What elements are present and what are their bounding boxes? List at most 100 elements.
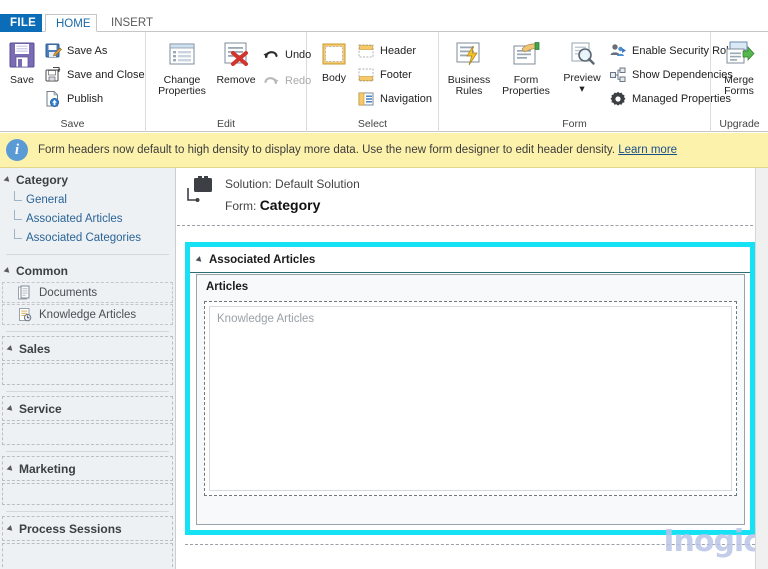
navigation-icon xyxy=(357,90,375,108)
floppy-disk-icon xyxy=(2,40,42,73)
header-icon xyxy=(357,42,375,60)
undo-icon xyxy=(262,46,280,64)
body-label: Body xyxy=(322,72,346,84)
nav-divider xyxy=(6,511,169,512)
form-body-bottom-divider xyxy=(185,544,755,545)
nav-section-marketing: Marketing xyxy=(0,456,175,505)
save-and-close-label: Save and Close xyxy=(67,69,145,81)
form-title-line: Form: Category xyxy=(225,194,360,217)
form-prefix-label: Form: xyxy=(225,199,257,213)
form-section[interactable]: Articles Knowledge Articles xyxy=(196,274,745,525)
subgrid-surface[interactable]: Knowledge Articles xyxy=(209,306,732,491)
sidebar-item-label: General xyxy=(26,194,67,206)
nav-section-common: Common Documents Knowledge Articles xyxy=(0,259,175,325)
footer-icon xyxy=(357,66,375,84)
tab-file[interactable]: FILE xyxy=(0,14,42,32)
remove-button[interactable]: Remove xyxy=(212,40,260,86)
ribbon-group-edit-label: Edit xyxy=(216,118,236,130)
dependencies-icon xyxy=(609,66,627,84)
save-button-label: Save xyxy=(10,74,34,86)
save-and-close-button[interactable]: Save and Close xyxy=(44,64,145,86)
subgrid-control[interactable]: Knowledge Articles xyxy=(204,301,737,496)
security-roles-icon xyxy=(609,42,627,60)
body-button[interactable]: Body xyxy=(313,42,355,84)
nav-section-service-dropzone[interactable] xyxy=(2,423,173,445)
change-properties-icon xyxy=(154,40,210,73)
form-canvas: Solution: Default Solution Form: Categor… xyxy=(177,168,768,569)
form-editor-window: FILE HOME INSERT Save Save As Save and C… xyxy=(0,0,768,569)
nav-divider xyxy=(6,391,169,392)
nav-section-category-title[interactable]: Category xyxy=(0,168,175,191)
form-tab-label: Associated Articles xyxy=(209,253,316,266)
tab-home[interactable]: HOME xyxy=(45,14,97,32)
notification-text: Form headers now default to high density… xyxy=(38,144,677,156)
change-properties-button[interactable]: Change Properties xyxy=(154,40,210,97)
nav-section-label: Sales xyxy=(19,342,51,356)
redo-icon xyxy=(262,72,280,90)
notification-message: Form headers now default to high density… xyxy=(38,144,616,156)
nav-section-marketing-title[interactable]: Marketing xyxy=(2,456,173,481)
header-button[interactable]: Header xyxy=(357,40,416,62)
collapse-triangle-icon xyxy=(3,267,12,275)
tab-insert[interactable]: INSERT xyxy=(101,14,153,32)
form-tab-header[interactable]: Associated Articles xyxy=(190,247,750,273)
publish-button[interactable]: Publish xyxy=(44,88,103,110)
form-properties-button[interactable]: Form Properties xyxy=(497,40,555,97)
collapse-triangle-icon xyxy=(6,465,15,473)
notification-bar: i Form headers now default to high densi… xyxy=(0,133,768,168)
merge-forms-button[interactable]: Merge Forms xyxy=(714,40,764,97)
undo-button[interactable]: Undo xyxy=(262,44,311,66)
form-properties-icon xyxy=(497,40,555,73)
sidebar-item-associated-categories[interactable]: Associated Categories xyxy=(14,229,175,248)
nav-section-label: Marketing xyxy=(19,462,76,476)
nav-section-sales-title[interactable]: Sales xyxy=(2,336,173,361)
preview-dropdown-arrow[interactable]: ▾ xyxy=(579,83,584,95)
documents-icon xyxy=(17,285,33,301)
preview-button[interactable]: Preview ▾ xyxy=(559,40,605,95)
sidebar-item-label: Documents xyxy=(39,286,98,299)
page-title: Category xyxy=(259,197,321,213)
navigation-label: Navigation xyxy=(380,93,432,105)
form-navigation-panel: Category General Associated Articles Ass… xyxy=(0,168,176,569)
selected-tab-highlight[interactable]: Associated Articles Articles Knowledge A… xyxy=(185,242,755,535)
sidebar-item-knowledge-articles[interactable]: Knowledge Articles xyxy=(2,304,173,325)
sidebar-item-label: Knowledge Articles xyxy=(39,308,137,321)
canvas-right-gutter xyxy=(755,168,768,569)
nav-section-category-items: General Associated Articles Associated C… xyxy=(0,191,175,248)
save-as-button[interactable]: Save As xyxy=(44,40,107,62)
form-header-texts: Solution: Default Solution Form: Categor… xyxy=(225,174,360,217)
footer-button[interactable]: Footer xyxy=(357,64,412,86)
sidebar-item-associated-articles[interactable]: Associated Articles xyxy=(14,210,175,229)
save-as-label: Save As xyxy=(67,45,108,57)
form-section-label: Articles xyxy=(206,281,249,293)
nav-section-marketing-dropzone[interactable] xyxy=(2,483,173,505)
ribbon-group-upgrade-label: Upgrade xyxy=(719,118,760,130)
nav-divider xyxy=(6,451,169,452)
redo-button[interactable]: Redo xyxy=(262,70,311,92)
learn-more-link[interactable]: Learn more xyxy=(618,144,677,156)
form-properties-label-line2: Properties xyxy=(502,85,550,97)
collapse-triangle-icon xyxy=(3,176,12,184)
nav-section-label: Service xyxy=(19,402,62,416)
nav-section-common-title[interactable]: Common xyxy=(0,259,175,282)
nav-section-sales: Sales xyxy=(0,336,175,385)
business-rules-button[interactable]: Business Rules xyxy=(443,40,495,97)
sidebar-item-documents[interactable]: Documents xyxy=(2,282,173,303)
ribbon-group-save-label: Save xyxy=(60,118,85,130)
collapse-triangle-icon xyxy=(6,345,15,353)
business-rules-label-line2: Rules xyxy=(455,85,483,97)
nav-section-label: Common xyxy=(16,264,68,278)
publish-icon xyxy=(44,90,62,108)
ribbon-group-form-label: Form xyxy=(562,118,587,130)
nav-section-service-title[interactable]: Service xyxy=(2,396,173,421)
nav-section-sales-dropzone[interactable] xyxy=(2,363,173,385)
business-rules-icon xyxy=(443,40,495,73)
collapse-triangle-icon xyxy=(6,405,15,413)
nav-section-process-sessions-title[interactable]: Process Sessions xyxy=(2,516,173,541)
sidebar-item-general[interactable]: General xyxy=(14,191,175,210)
ribbon-group-edit: Change Properties Remove Undo Redo Edit xyxy=(146,32,311,132)
navigation-button[interactable]: Navigation xyxy=(357,88,432,110)
nav-section-process-sessions-dropzone[interactable] xyxy=(2,543,173,569)
form-entity-icon xyxy=(183,174,217,208)
save-button[interactable]: Save xyxy=(2,40,42,86)
